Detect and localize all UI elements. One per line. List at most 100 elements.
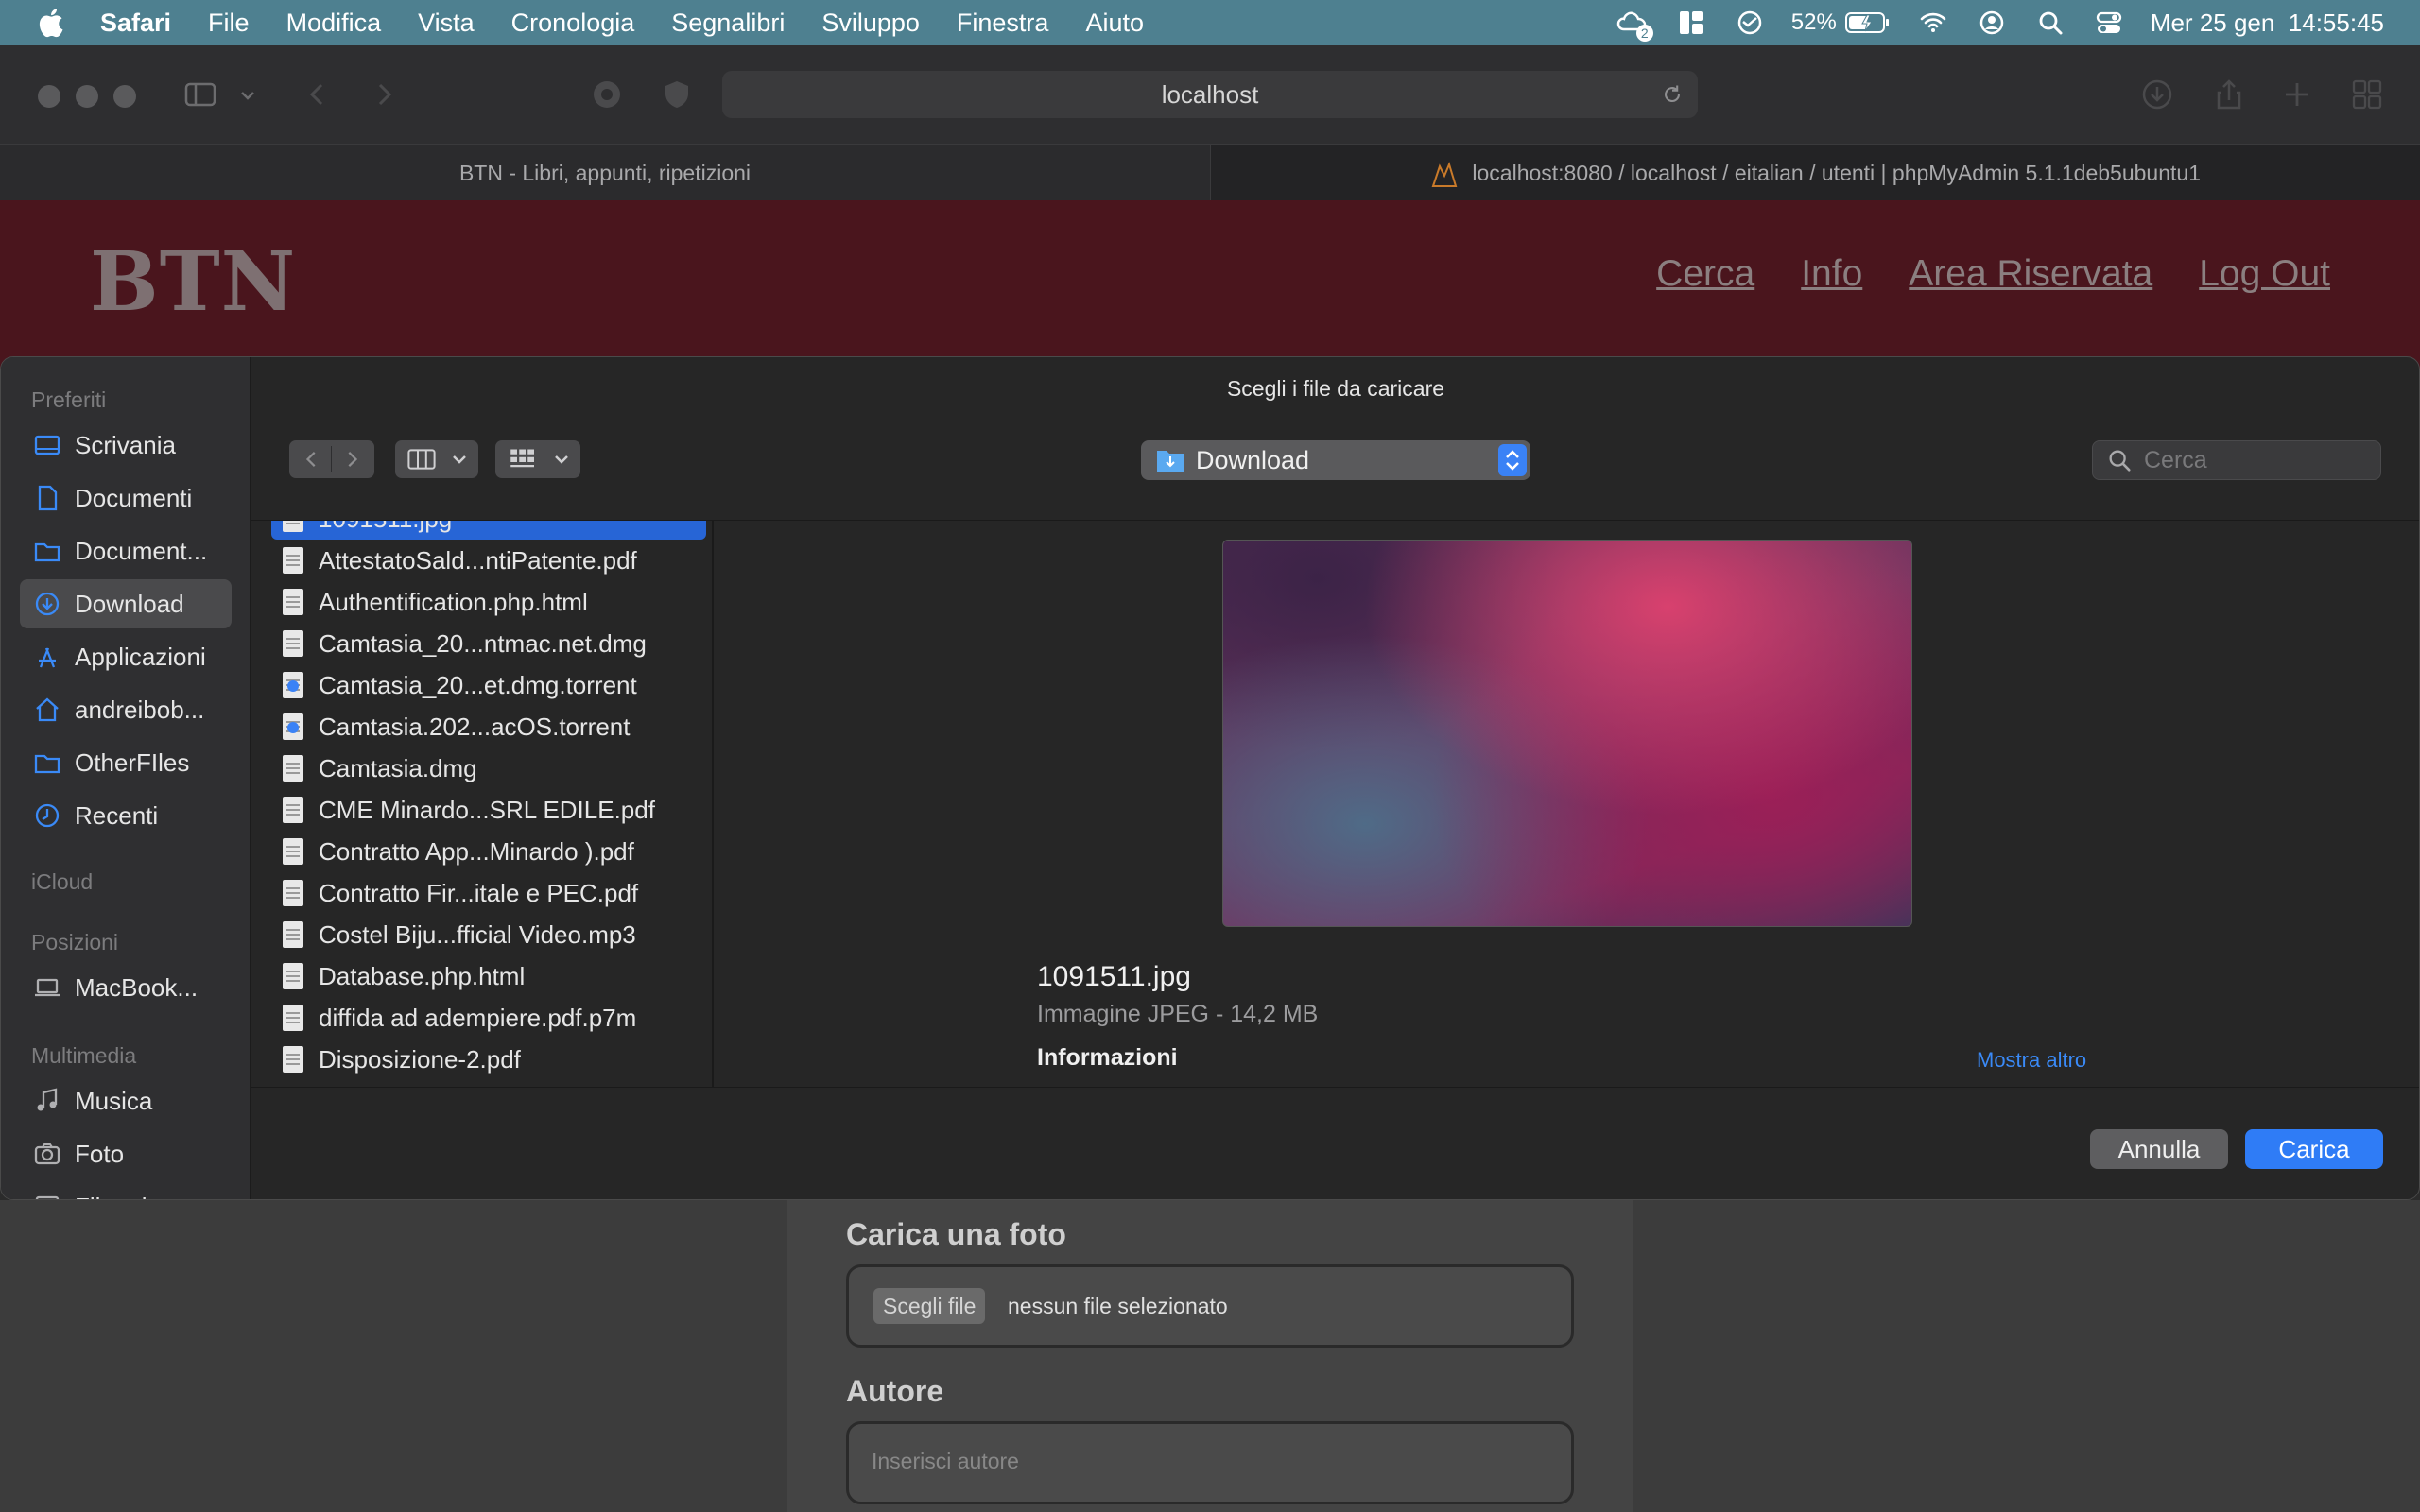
tab-btn[interactable]: BTN - Libri, appunti, ripetizioni — [0, 145, 1210, 201]
file-row[interactable]: Contratto Fir...itale e PEC.pdf — [271, 872, 706, 914]
favorites-section-label: Preferiti — [31, 387, 107, 412]
chevron-left-icon[interactable] — [295, 442, 329, 476]
sync-icon[interactable] — [1733, 8, 1767, 38]
tab-overview-icon[interactable] — [2350, 77, 2384, 112]
sidebar-item-macbook[interactable]: MacBook... — [20, 963, 232, 1012]
view-mode-button[interactable] — [395, 440, 478, 478]
preview-file-name: 1091511.jpg — [1037, 961, 1191, 992]
menu-file[interactable]: File — [208, 9, 250, 38]
menu-bookmarks[interactable]: Segnalibri — [671, 9, 785, 38]
author-input[interactable]: Inserisci autore — [846, 1421, 1574, 1504]
sidebar-item-label: andreibob... — [75, 695, 205, 724]
close-window-button[interactable] — [38, 85, 60, 108]
nav-info-link[interactable]: Info — [1801, 253, 1862, 295]
group-mode-button[interactable] — [495, 440, 580, 478]
shield-icon[interactable] — [660, 77, 694, 112]
search-field[interactable]: Cerca — [2092, 440, 2381, 480]
zoom-window-button[interactable] — [113, 85, 136, 108]
sidebar-item-label: Document... — [75, 536, 208, 565]
sidebar-item-photos[interactable]: Foto — [20, 1129, 232, 1178]
menu-edit[interactable]: Modifica — [286, 9, 382, 38]
sidebar-item-music[interactable]: Musica — [20, 1076, 232, 1125]
back-forward-buttons[interactable] — [289, 440, 374, 478]
sidebar-item-movies[interactable]: Filmati — [20, 1182, 232, 1200]
menu-safari[interactable]: Safari — [100, 9, 171, 38]
sidebar-item-documents-folder[interactable]: Document... — [20, 526, 232, 576]
menu-window[interactable]: Finestra — [957, 9, 1049, 38]
layout-icon[interactable] — [1674, 8, 1708, 38]
minimize-window-button[interactable] — [76, 85, 98, 108]
wifi-icon[interactable] — [1916, 8, 1950, 38]
clock[interactable]: Mer 25 gen 14:55:45 — [2151, 9, 2384, 38]
icloud-section-label: iCloud — [31, 869, 94, 894]
file-row[interactable]: Costel Biju...fficial Video.mp3 — [271, 914, 706, 955]
menu-help[interactable]: Aiuto — [1085, 9, 1144, 38]
sidebar-item-downloads[interactable]: Download — [20, 579, 232, 628]
sidebar-item-otherfiles[interactable]: OtherFIles — [20, 738, 232, 787]
new-tab-icon[interactable] — [2280, 77, 2314, 112]
file-row[interactable]: AttestatoSald...ntiPatente.pdf — [271, 540, 706, 581]
file-row[interactable]: diffida ad adempiere.pdf.p7m — [271, 997, 706, 1039]
downloads-icon[interactable] — [2140, 77, 2174, 112]
file-preview: 1091511.jpg Immagine JPEG - 14,2 MB Info… — [714, 520, 2419, 1087]
nav-reserved-area-link[interactable]: Area Riservata — [1909, 253, 2152, 295]
sidebar-item-label: MacBook... — [75, 972, 199, 1002]
show-more-link[interactable]: Mostra altro — [1977, 1048, 2086, 1073]
nav-search-link[interactable]: Cerca — [1656, 253, 1754, 295]
site-nav: Cerca Info Area Riservata Log Out — [1610, 253, 2330, 295]
location-popup[interactable]: Download — [1141, 440, 1530, 480]
chevron-right-icon[interactable] — [335, 442, 369, 476]
user-account-icon[interactable] — [1975, 8, 2009, 38]
forward-icon[interactable] — [367, 77, 401, 112]
sidebar-toggle-icon[interactable] — [183, 77, 217, 112]
reload-icon[interactable] — [1660, 82, 1685, 107]
sidebar-item-label: Filmati — [75, 1193, 147, 1200]
creative-cloud-icon[interactable]: 2 — [1616, 8, 1653, 42]
choose-file-button[interactable]: Scegli file — [873, 1288, 986, 1324]
file-row[interactable]: Camtasia_20...et.dmg.torrent — [271, 664, 706, 706]
address-bar[interactable]: localhost — [722, 71, 1698, 118]
file-row[interactable]: Database.php.html — [271, 955, 706, 997]
upload-button[interactable]: Carica — [2245, 1129, 2383, 1169]
battery-icon[interactable] — [1844, 8, 1892, 38]
file-row[interactable]: Contratto App...Minardo ).pdf — [271, 831, 706, 872]
sidebar-item-applications[interactable]: Applicazioni — [20, 632, 232, 681]
file-row[interactable]: Camtasia_20...ntmac.net.dmg — [271, 623, 706, 664]
tab-phpmyadmin[interactable]: localhost:8080 / localhost / eitalian / … — [1210, 145, 2420, 201]
tab-title: BTN - Libri, appunti, ripetizioni — [458, 161, 752, 185]
file-row-selected[interactable]: 1091511.jpg — [271, 521, 706, 540]
pdf-file-icon — [283, 547, 303, 574]
control-center-icon[interactable] — [2092, 8, 2126, 38]
file-row[interactable]: Camtasia.dmg — [271, 747, 706, 789]
apple-menu-icon[interactable] — [36, 7, 64, 39]
cancel-button[interactable]: Annulla — [2090, 1129, 2228, 1169]
spotlight-icon[interactable] — [2033, 8, 2067, 38]
author-label: Autore — [846, 1374, 944, 1408]
menu-develop[interactable]: Sviluppo — [821, 9, 920, 38]
sidebar-item-documents[interactable]: Documenti — [20, 473, 232, 523]
share-icon[interactable] — [2212, 77, 2246, 112]
file-name: Contratto App...Minardo ).pdf — [319, 836, 634, 866]
menu-view[interactable]: Vista — [418, 9, 475, 38]
file-row[interactable]: CME Minardo...SRL EDILE.pdf — [271, 789, 706, 831]
sidebar-item-home[interactable]: andreibob... — [20, 685, 232, 734]
nav-logout-link[interactable]: Log Out — [2199, 253, 2330, 295]
sidebar-item-recents[interactable]: Recenti — [20, 791, 232, 840]
site-logo[interactable]: BTN — [90, 234, 296, 330]
file-name: AttestatoSald...ntiPatente.pdf — [319, 545, 637, 575]
file-name: Camtasia_20...ntmac.net.dmg — [319, 628, 647, 658]
locations-section-label: Posizioni — [31, 930, 119, 954]
file-row[interactable]: Authentification.php.html — [271, 581, 706, 623]
location-label: Download — [1196, 445, 1310, 474]
sidebar-item-desktop[interactable]: Scrivania — [20, 421, 232, 470]
file-row[interactable]: Disposizione-2.pdf — [271, 1039, 706, 1080]
photo-file-input[interactable]: Scegli file nessun file selezionato — [846, 1264, 1574, 1348]
file-row[interactable]: Camtasia.202...acOS.torrent — [271, 706, 706, 747]
file-name: Disposizione-2.pdf — [319, 1044, 521, 1074]
chevron-down-icon[interactable] — [236, 77, 259, 112]
back-icon[interactable] — [301, 77, 335, 112]
clock-icon — [33, 801, 61, 830]
privacy-report-icon[interactable] — [590, 77, 624, 112]
menu-history[interactable]: Cronologia — [511, 9, 635, 38]
columns-view-icon — [407, 449, 436, 470]
